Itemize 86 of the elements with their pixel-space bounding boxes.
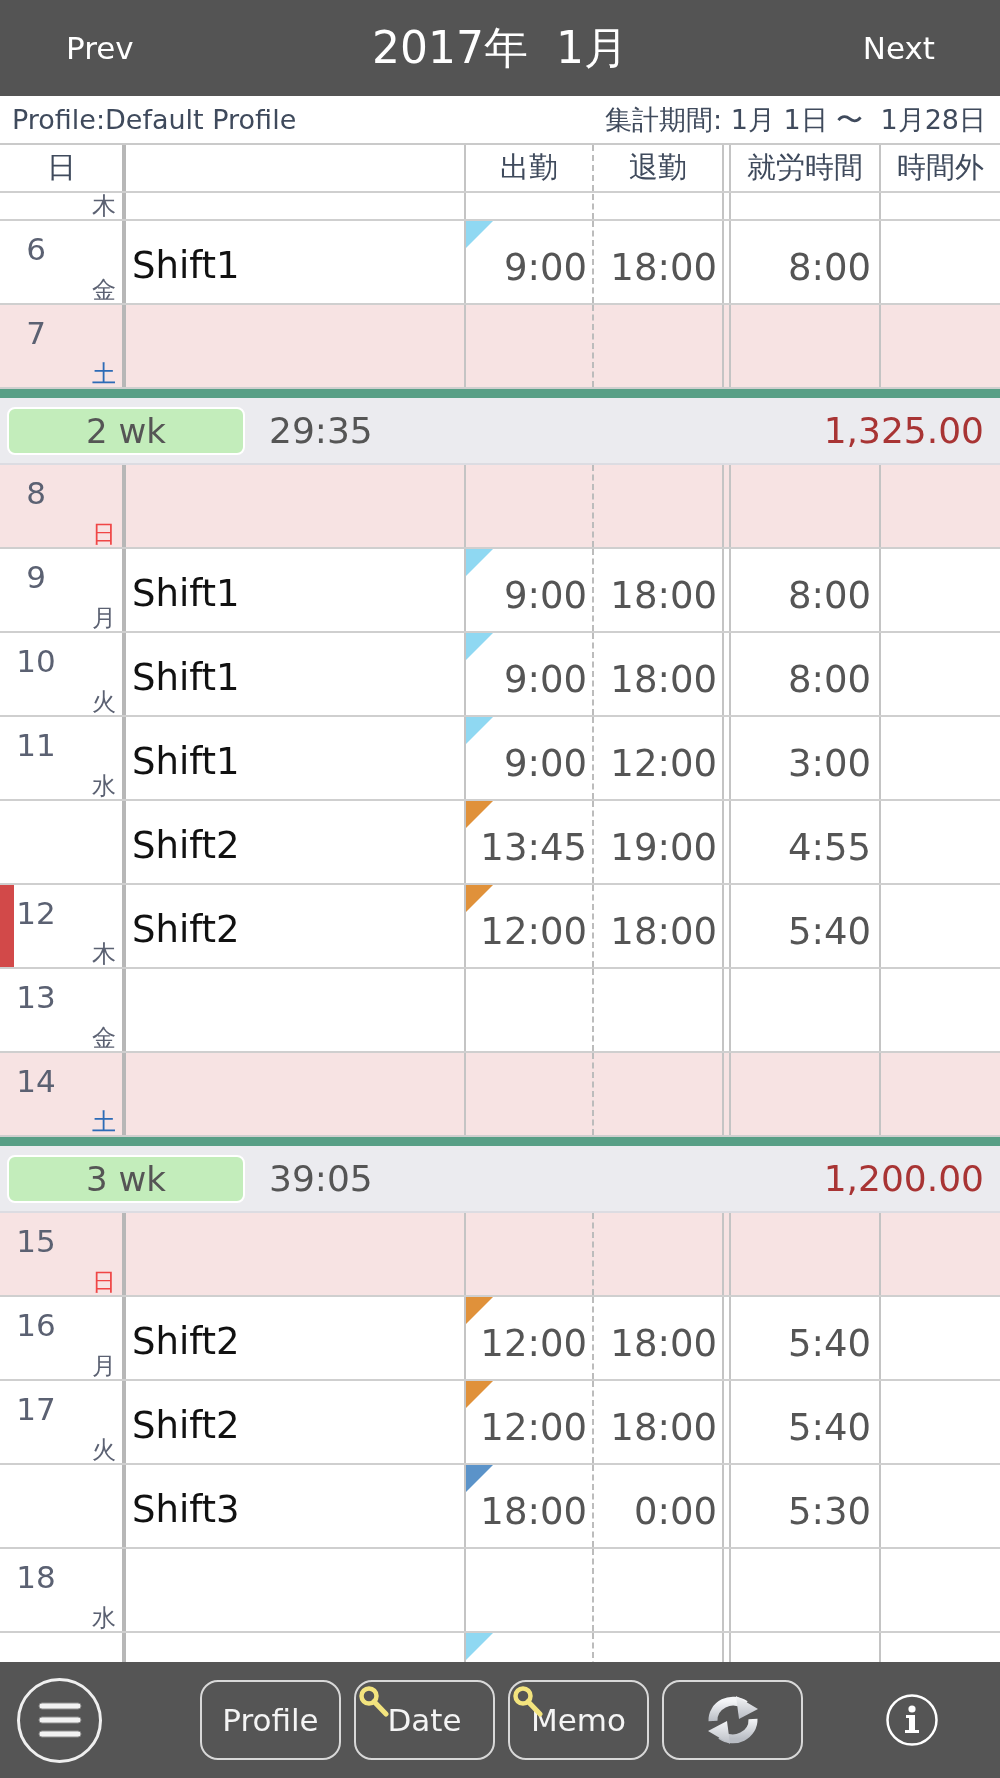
shift-name: Shift2 [132, 907, 240, 951]
weekday-label: 金 [92, 1026, 116, 1050]
shift-name: Shift3 [132, 1487, 240, 1531]
column-header: 出勤 [500, 149, 558, 186]
week-total-hours: 29:35 [269, 410, 373, 451]
weekday-label: 水 [92, 1606, 116, 1630]
week-badge: 2 wk [7, 406, 245, 455]
refresh-button[interactable] [662, 1680, 803, 1760]
toolbar-button[interactable]: Memo [508, 1680, 649, 1760]
clock-out-time: 0:00 [633, 1489, 717, 1533]
week-badge: 3 wk [7, 1154, 245, 1203]
day-number: 15 [15, 1223, 57, 1261]
clock-out-time: 18:00 [610, 1405, 717, 1449]
weekday-label: 金 [92, 278, 116, 302]
work-hours: 4:55 [787, 825, 871, 869]
week-amount: 1,325.00 [823, 410, 984, 451]
clock-in-time: 9:00 [503, 573, 587, 617]
weekday-label: 木 [92, 942, 116, 966]
clock-in-time: 13:45 [480, 825, 587, 869]
weekday-label: 水 [92, 774, 116, 798]
day-number: 13 [15, 979, 57, 1017]
work-hours: 5:30 [787, 1489, 871, 1533]
weekday-label: 火 [92, 1438, 116, 1462]
clock-out-time: 19:00 [610, 825, 717, 869]
clock-in-time: 9:00 [503, 657, 587, 701]
clock-out-time: 18:00 [610, 909, 717, 953]
weekday-label: 木 [92, 194, 116, 218]
shift-name: Shift2 [132, 1319, 240, 1363]
work-hours: 5:40 [787, 909, 871, 953]
clock-in-time: 9:00 [503, 741, 587, 785]
info-icon[interactable] [886, 1694, 938, 1746]
profile-name: Profile:Default Profile [12, 104, 297, 135]
shift-name: Shift1 [132, 739, 240, 783]
menu-icon [37, 1702, 82, 1738]
toolbar-button[interactable]: Profile [200, 1680, 341, 1760]
weekday-label: 土 [92, 1110, 116, 1134]
weekday-label: 土 [92, 362, 116, 386]
next-button[interactable]: Next [862, 30, 935, 66]
column-header: 就労時間 [747, 149, 863, 186]
day-number: 6 [25, 231, 47, 269]
shift-name: Shift1 [132, 655, 240, 699]
period-range: 集計期間: 1月 1日 〜 1月28日 [605, 102, 986, 137]
shift-name: Shift1 [132, 243, 240, 287]
work-hours: 5:40 [787, 1321, 871, 1365]
clock-in-time: 12:00 [480, 1321, 587, 1365]
weekday-label: 日 [92, 522, 116, 546]
weekday-label: 日 [92, 1270, 116, 1294]
weekday-label: 月 [92, 606, 116, 630]
clock-in-time: 12:00 [480, 1405, 587, 1449]
weekday-label: 月 [92, 1354, 116, 1378]
weekday-label: 火 [92, 690, 116, 714]
work-hours: 3:00 [787, 741, 871, 785]
day-number: 12 [15, 895, 57, 933]
prev-button[interactable]: Prev [66, 30, 134, 66]
work-hours: 5:40 [787, 1405, 871, 1449]
day-number: 7 [25, 315, 47, 353]
shift-name: Shift2 [132, 823, 240, 867]
work-hours: 8:00 [787, 245, 871, 289]
day-number: 16 [15, 1307, 57, 1345]
clock-out-time: 18:00 [610, 245, 717, 289]
clock-out-time: 12:00 [610, 741, 717, 785]
day-number: 10 [15, 643, 57, 681]
day-number: 17 [15, 1391, 57, 1429]
column-header: 日 [46, 149, 76, 186]
menu-button[interactable] [17, 1677, 102, 1763]
month-title: 2017年 1月 [372, 20, 628, 75]
clock-out-time: 18:00 [610, 657, 717, 701]
clock-in-time: 9:00 [503, 245, 587, 289]
day-number: 14 [15, 1063, 57, 1101]
day-number: 11 [15, 727, 57, 765]
clock-in-time: 12:00 [480, 909, 587, 953]
day-number: 8 [25, 475, 47, 513]
column-header: 時間外 [897, 149, 984, 186]
work-hours: 8:00 [787, 573, 871, 617]
column-header: 退勤 [629, 149, 687, 186]
clock-in-time: 18:00 [480, 1489, 587, 1533]
clock-out-time: 18:00 [610, 1321, 717, 1365]
toolbar-button[interactable]: Date [354, 1680, 495, 1760]
week-amount: 1,200.00 [823, 1158, 984, 1199]
day-number: 9 [25, 559, 47, 597]
shift-name: Shift1 [132, 571, 240, 615]
work-hours: 8:00 [787, 657, 871, 701]
shift-name: Shift2 [132, 1403, 240, 1447]
day-number: 18 [15, 1559, 57, 1597]
week-total-hours: 39:05 [269, 1158, 373, 1199]
clock-out-time: 18:00 [610, 573, 717, 617]
